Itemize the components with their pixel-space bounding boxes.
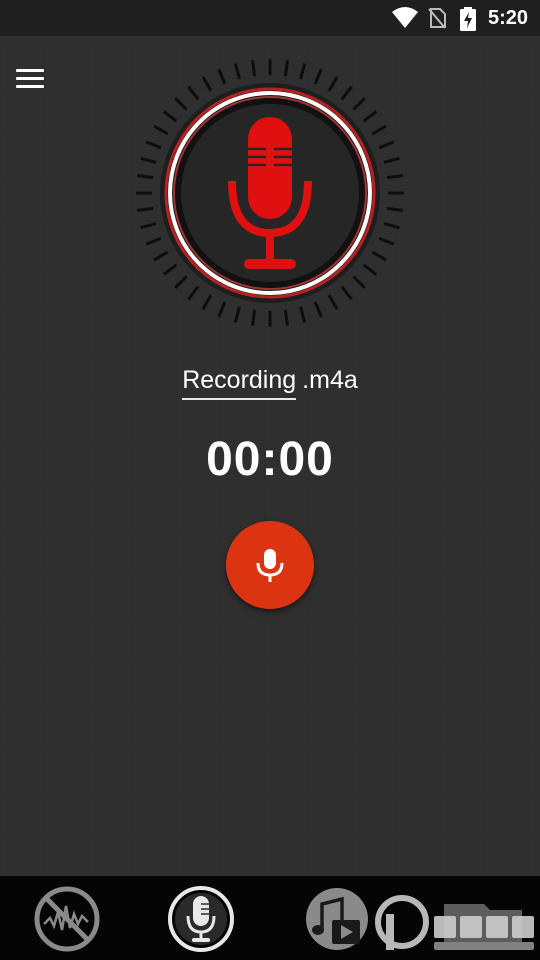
sound-level-tick bbox=[362, 263, 378, 276]
sound-level-tick bbox=[386, 206, 404, 212]
sound-level-tick bbox=[371, 250, 387, 262]
sound-level-tick bbox=[340, 85, 353, 101]
sound-level-tick bbox=[174, 275, 188, 289]
battery-charging-icon bbox=[460, 7, 476, 31]
sound-level-tick bbox=[362, 110, 378, 123]
sound-level-tick bbox=[136, 174, 154, 180]
sound-level-tick bbox=[386, 174, 404, 180]
no-sim-icon bbox=[428, 8, 446, 29]
noise-off-icon bbox=[34, 886, 100, 952]
sound-level-tick bbox=[352, 97, 366, 111]
sound-level-tick bbox=[233, 63, 241, 80]
menu-button[interactable] bbox=[10, 62, 50, 96]
sound-level-tick bbox=[217, 301, 227, 318]
sound-level-tick bbox=[371, 124, 387, 136]
microphone-icon bbox=[256, 549, 284, 582]
nav-recordings[interactable] bbox=[302, 884, 372, 954]
nav-noise-off[interactable] bbox=[32, 884, 102, 954]
recording-timer: 00:00 bbox=[206, 433, 334, 486]
sound-level-tick bbox=[136, 206, 154, 212]
sound-level-tick bbox=[313, 68, 323, 85]
sound-level-tick bbox=[140, 156, 157, 164]
sound-level-tick bbox=[145, 140, 162, 150]
nav-recorder[interactable] bbox=[166, 884, 236, 954]
sound-level-tick bbox=[251, 59, 257, 77]
sound-level-tick bbox=[313, 301, 323, 318]
sound-level-tick bbox=[327, 76, 339, 92]
record-button[interactable] bbox=[226, 521, 314, 609]
wifi-icon bbox=[392, 7, 418, 28]
microphone-hero-graphic bbox=[136, 59, 404, 327]
sound-level-tick bbox=[378, 140, 395, 150]
microphone-icon bbox=[168, 886, 234, 952]
file-extension: .m4a bbox=[302, 366, 358, 394]
sound-level-tick bbox=[383, 156, 400, 164]
sound-level-tick bbox=[145, 236, 162, 246]
sound-level-tick bbox=[283, 59, 289, 77]
file-name-row: Recording .m4a bbox=[0, 366, 540, 400]
sound-level-tick bbox=[153, 250, 169, 262]
sound-level-tick bbox=[378, 236, 395, 246]
sound-level-tick bbox=[340, 285, 353, 301]
sound-level-tick bbox=[352, 275, 366, 289]
sound-level-tick bbox=[251, 309, 257, 327]
sound-level-tick bbox=[174, 97, 188, 111]
file-name-input[interactable]: Recording bbox=[182, 366, 297, 400]
sound-level-tick bbox=[327, 294, 339, 310]
sound-level-tick bbox=[162, 110, 178, 123]
sound-level-tick bbox=[201, 76, 213, 92]
sound-level-tick bbox=[233, 306, 241, 323]
sound-level-tick bbox=[162, 263, 178, 276]
watermark-logo bbox=[375, 895, 534, 950]
sound-level-tick bbox=[140, 222, 157, 230]
status-time: 5:20 bbox=[487, 7, 528, 29]
sound-level-tick bbox=[283, 309, 289, 327]
sound-level-tick bbox=[383, 222, 400, 230]
media-files-icon bbox=[306, 888, 368, 950]
sound-level-tick bbox=[299, 306, 307, 323]
sound-level-tick bbox=[187, 85, 200, 101]
status-bar: 5:20 bbox=[0, 0, 540, 36]
sound-level-tick bbox=[153, 124, 169, 136]
sound-level-tick bbox=[187, 285, 200, 301]
sound-level-tick bbox=[217, 68, 227, 85]
sound-level-tick bbox=[299, 63, 307, 80]
sound-level-tick bbox=[201, 294, 213, 310]
